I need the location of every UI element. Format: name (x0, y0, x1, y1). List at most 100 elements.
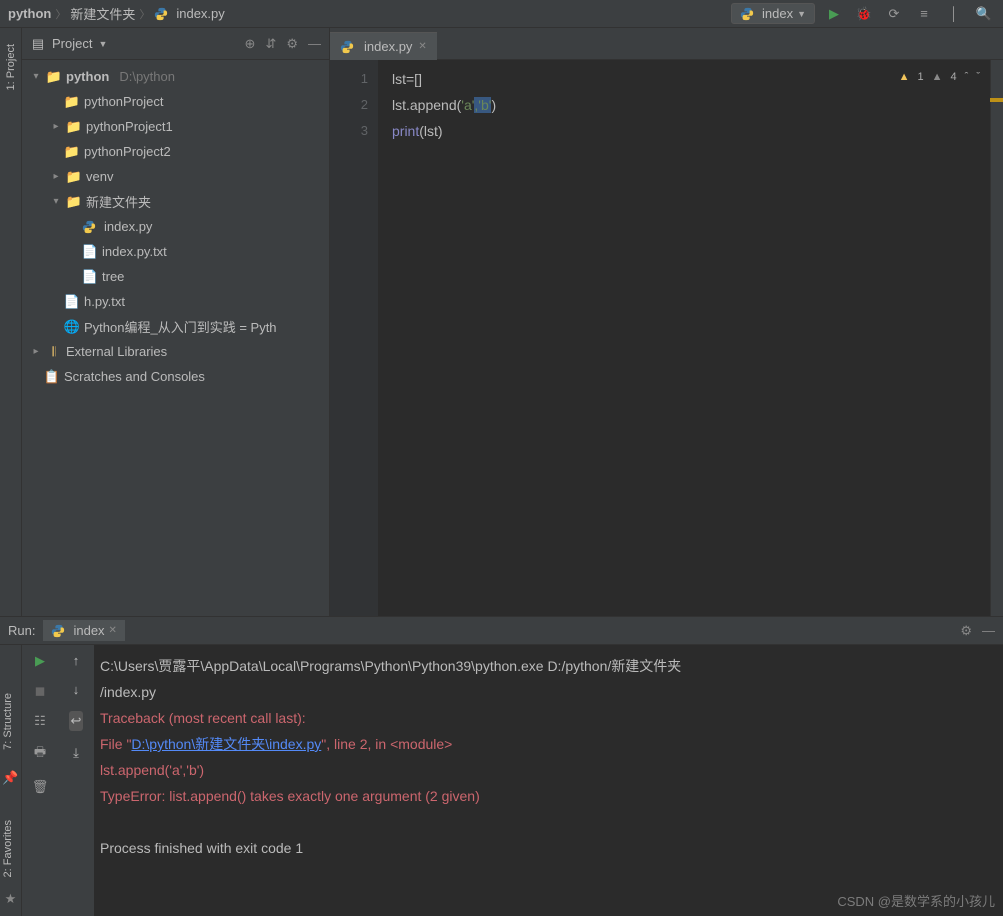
project-tool-tab[interactable]: 1: Project (3, 36, 19, 98)
chevron-down-icon[interactable]: ▾ (30, 71, 42, 82)
breadcrumb[interactable]: python 〉 新建文件夹 〉 index.py (8, 4, 225, 23)
settings-icon[interactable]: ⚙ (286, 36, 298, 52)
warning-icon: ▲ (899, 64, 910, 90)
chevron-right-icon[interactable]: ▸ (50, 171, 62, 182)
tree-item-file[interactable]: index.py (22, 214, 329, 239)
console-line: /index.py (100, 679, 997, 705)
structure-tool-tab[interactable]: 7: Structure (0, 685, 16, 758)
tree-item-folder[interactable]: 📁pythonProject (22, 89, 329, 114)
crumb-sep: 〉 (139, 6, 150, 22)
line-gutter: 1 2 3 (330, 60, 378, 616)
folder-icon: 📁 (66, 119, 82, 135)
run-tab-label: index (73, 623, 104, 638)
pin-icon[interactable]: 📌 (0, 770, 21, 786)
tree-item-file[interactable]: 🌐Python编程_从入门到实践 = Pyth (22, 314, 329, 339)
chevron-down-icon[interactable]: ˇ (976, 64, 980, 90)
rerun-button[interactable]: ▶ (35, 653, 45, 669)
tree-label: index.py.txt (102, 244, 167, 259)
line-number: 3 (330, 118, 368, 144)
scratches-icon: 📋 (44, 369, 60, 385)
tree-item-folder[interactable]: ▸ 📁 venv (22, 164, 329, 189)
search-everywhere-button[interactable]: 🔍 (973, 3, 995, 25)
python-icon (51, 624, 65, 638)
folder-icon: 📁 (64, 94, 80, 110)
close-icon[interactable]: ✕ (418, 41, 426, 52)
crumb-file[interactable]: index.py (176, 6, 224, 21)
tree-item-file[interactable]: 📄 index.py.txt (22, 239, 329, 264)
weak-warning-icon: ▲ (932, 64, 943, 90)
text-file-icon: 📄 (64, 294, 80, 310)
tree-label: Scratches and Consoles (64, 369, 205, 384)
console-line: File "D:\python\新建文件夹\index.py", line 2,… (100, 731, 997, 757)
folder-icon: 📁 (46, 69, 62, 85)
run-tab[interactable]: index ✕ (43, 620, 124, 641)
profile-button[interactable]: ≡ (913, 3, 935, 25)
coverage-button[interactable]: ⟳ (883, 3, 905, 25)
python-icon (740, 7, 754, 21)
tree-item-external-libs[interactable]: ▸𝄃External Libraries (22, 339, 329, 364)
tree-root[interactable]: ▾ 📁 python D:\python (22, 64, 329, 89)
file-icon: 📄 (82, 269, 98, 285)
text-file-icon: 📄 (82, 244, 98, 260)
libraries-icon: 𝄃 (46, 344, 62, 360)
down-arrow-icon[interactable]: ↓ (73, 682, 80, 697)
tree-path: D:\python (119, 69, 175, 84)
folder-icon: 📁 (66, 169, 82, 185)
debug-button[interactable]: 🐞 (853, 3, 875, 25)
warning-count: 1 (918, 64, 924, 90)
tree-label: 新建文件夹 (86, 192, 151, 211)
folder-icon: 📁 (66, 194, 82, 210)
select-opened-file-icon[interactable]: ⊕ (245, 36, 256, 52)
crumb-folder[interactable]: 新建文件夹 (70, 4, 135, 23)
folder-icon: 📁 (64, 144, 80, 160)
project-icon: ▤ (30, 36, 46, 52)
console-line: lst.append('a','b') (100, 757, 997, 783)
tree-label: Python编程_从入门到实践 = Pyth (84, 317, 277, 336)
softwrap-button[interactable]: ↩ (69, 711, 84, 731)
gear-icon[interactable]: ⚙ (960, 623, 972, 639)
hide-icon[interactable]: — (308, 36, 321, 52)
up-arrow-icon[interactable]: ↑ (73, 653, 80, 668)
tree-label: python (66, 69, 109, 84)
stop-button[interactable]: ◼ (35, 683, 46, 699)
tree-label: tree (102, 269, 124, 284)
code-line[interactable]: lst.append('a','b') (392, 92, 990, 118)
scroll-to-end-button[interactable]: ⤓ (73, 745, 79, 761)
python-file-icon (154, 7, 168, 21)
layout-icon[interactable]: ☷ (34, 713, 46, 729)
run-button[interactable]: ▶ (823, 3, 845, 25)
crumb-root[interactable]: python (8, 6, 51, 21)
close-icon[interactable]: ✕ (109, 625, 117, 636)
chevron-down-icon[interactable]: ▾ (50, 196, 62, 207)
project-tree[interactable]: ▾ 📁 python D:\python 📁pythonProject ▸📁py… (22, 60, 329, 616)
tree-item-scratches[interactable]: 📋 Scratches and Consoles (22, 364, 329, 389)
file-link[interactable]: D:\python\新建文件夹\index.py (131, 736, 321, 752)
separator: │ (943, 3, 965, 25)
hide-icon[interactable]: — (982, 623, 995, 639)
code-line[interactable]: print(lst) (392, 118, 990, 144)
inspection-widget[interactable]: ▲1 ▲4 ˆ ˇ (899, 64, 980, 90)
print-button[interactable]: 🖶 (34, 743, 46, 765)
favorites-tool-tab[interactable]: 2: Favorites (0, 812, 16, 885)
tree-item-file[interactable]: 📄 tree (22, 264, 329, 289)
chevron-up-icon[interactable]: ˆ (965, 64, 969, 90)
tree-item-folder[interactable]: ▾ 📁新建文件夹 (22, 189, 329, 214)
editor-tab[interactable]: index.py ✕ (330, 32, 437, 60)
chevron-right-icon[interactable]: ▸ (50, 121, 62, 132)
chevron-down-icon: ▼ (797, 9, 806, 19)
tree-item-folder[interactable]: ▸📁pythonProject1 (22, 114, 329, 139)
expand-all-icon[interactable]: ⇵ (265, 36, 276, 52)
project-panel-title: Project (52, 36, 92, 51)
editor-scrollbar[interactable] (990, 60, 1003, 616)
console-output[interactable]: C:\Users\贾露平\AppData\Local\Programs\Pyth… (94, 645, 1003, 916)
delete-button[interactable]: 🗑 (32, 779, 49, 795)
tree-item-folder[interactable]: 📁pythonProject2 (22, 139, 329, 164)
line-number: 1 (330, 66, 368, 92)
run-config-selector[interactable]: index ▼ (731, 3, 815, 24)
chevron-right-icon[interactable]: ▸ (30, 346, 42, 357)
console-line: TypeError: list.append() takes exactly o… (100, 783, 997, 809)
code-editor[interactable]: 1 2 3 lst=[] lst.append('a','b') print(l… (330, 60, 1003, 616)
tree-label: venv (86, 169, 113, 184)
tree-item-file[interactable]: 📄h.py.txt (22, 289, 329, 314)
chevron-down-icon[interactable]: ▼ (98, 39, 107, 49)
